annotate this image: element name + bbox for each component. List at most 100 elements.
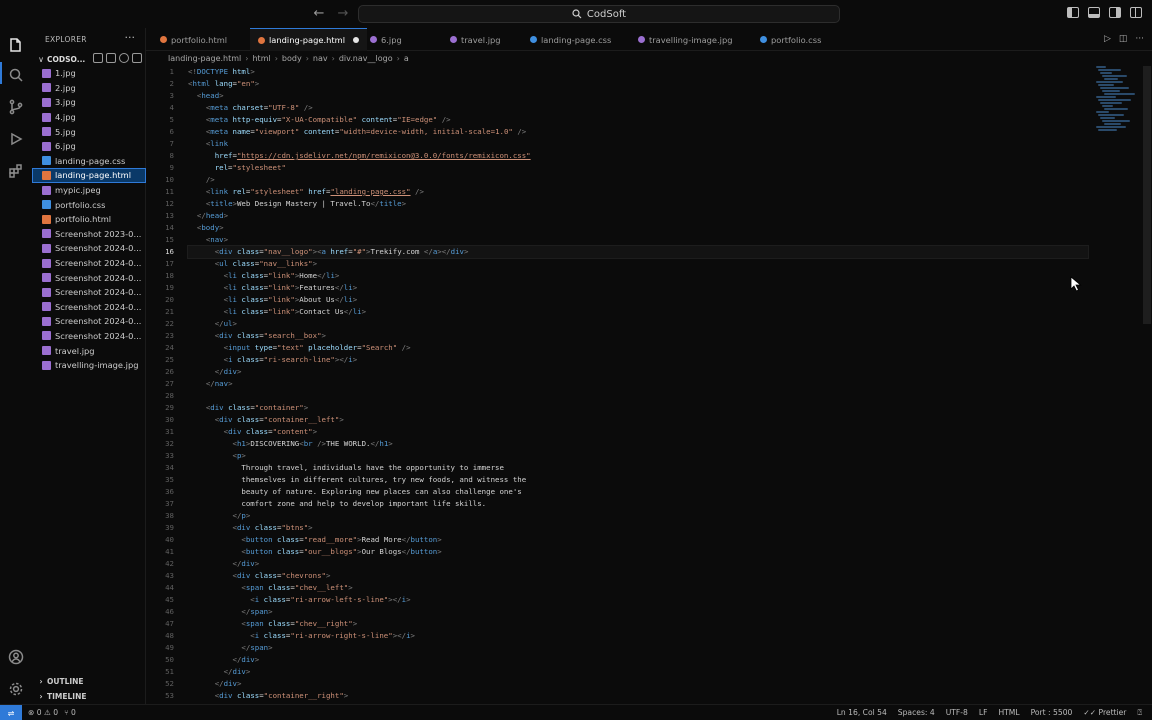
code-line[interactable]: rel="stylesheet" bbox=[188, 162, 1088, 174]
code-line[interactable]: <i class="ri-arrow-left-s-line"></i> bbox=[188, 594, 1088, 606]
code-line[interactable] bbox=[188, 390, 1088, 402]
code-line[interactable]: <span class="chev__left"> bbox=[188, 582, 1088, 594]
code-line[interactable]: <meta http-equiv="X-UA-Compatible" conte… bbox=[188, 114, 1088, 126]
extensions-icon[interactable] bbox=[7, 162, 25, 180]
more-actions-icon[interactable]: ··· bbox=[1135, 34, 1144, 44]
code-line[interactable]: <title>Web Design Mastery | Travel.To</t… bbox=[188, 198, 1088, 210]
file-item[interactable]: landing-page.css bbox=[32, 154, 146, 169]
file-item[interactable]: mypic.jpeg bbox=[32, 183, 146, 198]
file-item[interactable]: 6.jpg bbox=[32, 139, 146, 154]
code-line[interactable]: </nav> bbox=[188, 378, 1088, 390]
search-icon[interactable] bbox=[7, 66, 25, 84]
prettier-status[interactable]: ✓✓ Prettier bbox=[1083, 708, 1126, 718]
live-server-port[interactable]: Port : 5500 bbox=[1031, 708, 1073, 718]
gear-icon[interactable] bbox=[7, 680, 25, 698]
code-line[interactable]: <span class="chev__right"> bbox=[188, 618, 1088, 630]
ports-indicator[interactable]: ⑂ 0 bbox=[64, 708, 76, 717]
workspace-folder[interactable]: ∨ CODSO... bbox=[32, 52, 146, 66]
new-file-icon[interactable] bbox=[93, 53, 103, 63]
code-line[interactable]: </div> bbox=[188, 558, 1088, 570]
code-line[interactable]: beauty of nature. Exploring new places c… bbox=[188, 486, 1088, 498]
language-mode[interactable]: HTML bbox=[998, 708, 1019, 718]
code-line[interactable]: </div> bbox=[188, 666, 1088, 678]
source-control-icon[interactable] bbox=[7, 98, 25, 116]
code-line[interactable]: comfort zone and help to develop importa… bbox=[188, 498, 1088, 510]
toggle-panel-icon[interactable] bbox=[1088, 7, 1100, 18]
end-of-line[interactable]: LF bbox=[979, 708, 988, 718]
code-line[interactable]: <div class="container__right"> bbox=[188, 690, 1088, 702]
code-line[interactable]: <meta name="viewport" content="width=dev… bbox=[188, 126, 1088, 138]
file-item[interactable]: 3.jpg bbox=[32, 95, 146, 110]
code-line[interactable]: <i class="ri-search-line"></i> bbox=[188, 354, 1088, 366]
editor-tab[interactable]: 6.jpg bbox=[362, 28, 410, 51]
file-item[interactable]: 4.jpg bbox=[32, 110, 146, 125]
code-line[interactable]: </p> bbox=[188, 510, 1088, 522]
file-item[interactable]: Screenshot 2024-0... bbox=[32, 270, 146, 285]
file-item[interactable]: 2.jpg bbox=[32, 81, 146, 96]
code-editor[interactable]: 1 2 3 4 5 6 7 8 9 10 11 12 13 14 15 16 17 18 19 20 21 22 23 24 2… bbox=[146, 66, 1152, 704]
explorer-icon[interactable] bbox=[7, 36, 25, 54]
code-line[interactable]: </head> bbox=[188, 210, 1088, 222]
file-item[interactable]: Screenshot 2024-0... bbox=[32, 300, 146, 315]
new-folder-icon[interactable] bbox=[106, 53, 116, 63]
file-item[interactable]: travel.jpg bbox=[32, 343, 146, 358]
code-line[interactable]: <li class="link">Contact Us</li> bbox=[188, 306, 1088, 318]
file-item[interactable]: 1.jpg bbox=[32, 66, 146, 81]
command-center[interactable]: CodSoft bbox=[358, 5, 840, 23]
editor-tab[interactable]: portfolio.css bbox=[752, 28, 829, 51]
code-line[interactable]: <div class="chevrons"> bbox=[188, 570, 1088, 582]
run-icon[interactable]: ▷ bbox=[1104, 34, 1111, 44]
arrow-left-icon[interactable]: ← bbox=[312, 6, 326, 21]
file-item[interactable]: Screenshot 2024-0... bbox=[32, 285, 146, 300]
refresh-icon[interactable] bbox=[119, 53, 129, 63]
indentation[interactable]: Spaces: 4 bbox=[898, 708, 935, 718]
unsaved-dot-icon[interactable] bbox=[353, 37, 359, 43]
code-line[interactable]: <p> bbox=[188, 450, 1088, 462]
code-line[interactable]: <i class="ri-arrow-right-s-line"></i> bbox=[188, 630, 1088, 642]
code-line[interactable]: <div class="search__box"> bbox=[188, 330, 1088, 342]
code-line[interactable]: <div class="content"> bbox=[188, 426, 1088, 438]
vertical-scrollbar[interactable] bbox=[1143, 66, 1151, 324]
collapse-all-icon[interactable] bbox=[132, 53, 142, 63]
code-line[interactable]: </ul> bbox=[188, 318, 1088, 330]
file-item[interactable]: Screenshot 2024-0... bbox=[32, 241, 146, 256]
timeline-section[interactable]: › TIMELINE bbox=[32, 690, 146, 703]
code-line[interactable]: <li class="link">Home</li> bbox=[188, 270, 1088, 282]
editor-tab[interactable]: landing-page.html bbox=[250, 28, 367, 51]
code-line[interactable]: <h1>DISCOVERING<br />THE WORLD.</h1> bbox=[188, 438, 1088, 450]
code-line[interactable]: <nav> bbox=[188, 234, 1088, 246]
file-item[interactable]: Screenshot 2023-0... bbox=[32, 227, 146, 242]
code-line[interactable]: <link bbox=[188, 138, 1088, 150]
outline-section[interactable]: › OUTLINE bbox=[32, 675, 146, 688]
file-item[interactable]: landing-page.html bbox=[32, 168, 146, 183]
file-item[interactable]: portfolio.html bbox=[32, 212, 146, 227]
account-icon[interactable] bbox=[7, 648, 25, 666]
code-line[interactable]: <html lang="en"> bbox=[188, 78, 1088, 90]
file-item[interactable]: Screenshot 2024-0... bbox=[32, 256, 146, 271]
bell-icon[interactable]: ⍰ bbox=[1137, 708, 1142, 718]
code-line[interactable]: </div> bbox=[188, 654, 1088, 666]
code-line[interactable]: <link rel="stylesheet" href="landing-pag… bbox=[188, 186, 1088, 198]
code-line[interactable]: <button class="read__more">Read More</bu… bbox=[188, 534, 1088, 546]
problems-indicator[interactable]: ⊗ 0 ⚠ 0 bbox=[28, 708, 58, 717]
breadcrumb-item[interactable]: div.nav__logo bbox=[339, 54, 393, 63]
code-line[interactable]: <div class="container"> bbox=[188, 402, 1088, 414]
arrow-right-icon[interactable]: → bbox=[336, 6, 350, 21]
editor-tab[interactable]: landing-page.css bbox=[522, 28, 619, 51]
code-line[interactable]: </div> bbox=[188, 366, 1088, 378]
code-line[interactable]: Through travel, individuals have the opp… bbox=[188, 462, 1088, 474]
toggle-primary-sidebar-icon[interactable] bbox=[1067, 7, 1079, 18]
file-item[interactable]: Screenshot 2024-0... bbox=[32, 329, 146, 344]
breadcrumb-item[interactable]: html bbox=[252, 54, 270, 63]
code-content[interactable]: <!DOCTYPE html> <html lang="en"> <head> <… bbox=[187, 66, 1089, 702]
code-line[interactable]: href="https://cdn.jsdelivr.net/npm/remix… bbox=[188, 150, 1088, 162]
code-line[interactable]: </span> bbox=[188, 606, 1088, 618]
split-editor-icon[interactable]: ◫ bbox=[1119, 34, 1128, 44]
cursor-position[interactable]: Ln 16, Col 54 bbox=[837, 708, 887, 718]
more-actions-icon[interactable]: ··· bbox=[125, 31, 136, 44]
editor-tab[interactable]: travelling-image.jpg bbox=[630, 28, 741, 51]
minimap[interactable] bbox=[1096, 66, 1135, 136]
breadcrumb-item[interactable]: landing-page.html bbox=[168, 54, 241, 63]
breadcrumb-item[interactable]: nav bbox=[313, 54, 328, 63]
customize-layout-icon[interactable] bbox=[1130, 7, 1142, 18]
